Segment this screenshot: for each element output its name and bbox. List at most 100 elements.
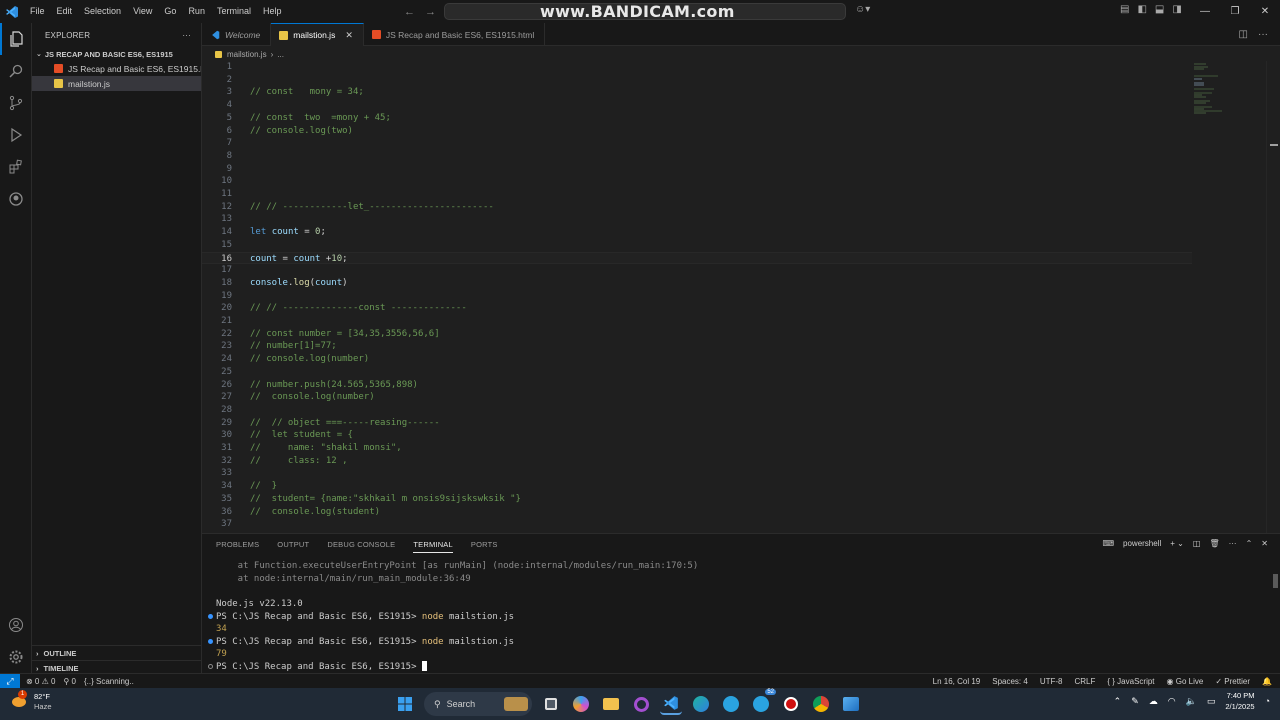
menu-terminal[interactable]: Terminal [211, 0, 257, 23]
workspace-folder[interactable]: ⌄ JS RECAP AND BASIC ES6, ES1915 [32, 47, 201, 61]
code-line[interactable]: 35 // student= {name:"skhkail m onsis9sij… [202, 493, 1192, 506]
windows-start-icon[interactable] [394, 693, 416, 715]
clock[interactable]: 7:40 PM 2/1/2025 [1225, 690, 1254, 712]
back-arrow-icon[interactable]: ← [404, 6, 415, 18]
code-line[interactable]: 32 // class: 12 , [202, 455, 1192, 468]
code-line[interactable]: 15 [202, 239, 1192, 252]
more-actions-icon[interactable]: ··· [1258, 29, 1268, 40]
breadcrumb-file[interactable]: mailstion.js [227, 50, 267, 59]
toggle-secondary-sidebar-icon[interactable]: ◨ [1172, 4, 1181, 15]
code-line[interactable]: 26 // number.push(24.565,5365,898) [202, 379, 1192, 392]
encoding[interactable]: UTF-8 [1040, 677, 1063, 686]
indentation[interactable]: Spaces: 4 [992, 677, 1028, 686]
copilot-app-icon[interactable] [570, 693, 592, 715]
prettier-status[interactable]: ✓ Prettier [1215, 677, 1250, 686]
github-icon[interactable] [0, 183, 32, 215]
telegram-desktop-icon[interactable]: 52 [750, 689, 776, 715]
code-editor[interactable]: 1 2 3// const mony = 34; 4 5// const two =mo… [202, 61, 1280, 533]
account-icon[interactable] [0, 609, 32, 641]
code-line[interactable]: 27 // console.log(number) [202, 391, 1192, 404]
outline-section[interactable]: › OUTLINE [32, 645, 202, 660]
code-line[interactable]: 4 [202, 99, 1192, 112]
end-of-line[interactable]: CRLF [1075, 677, 1096, 686]
language-mode[interactable]: { } JavaScript [1107, 677, 1154, 686]
code-line[interactable]: 17 [202, 264, 1192, 277]
tab-ports[interactable]: PORTS [471, 540, 498, 553]
file-item-html[interactable]: JS Recap and Basic ES6, ES1915.h... [32, 61, 201, 76]
run-debug-icon[interactable] [0, 119, 32, 151]
forward-arrow-icon[interactable]: → [425, 6, 436, 18]
code-line[interactable]: 16 count = count +10; [202, 251, 1192, 265]
remote-icon[interactable]: ⤢ [0, 673, 20, 689]
code-line[interactable]: 10 [202, 175, 1192, 188]
search-icon[interactable] [0, 55, 32, 87]
weather-widget[interactable]: 1 82°F Haze [10, 690, 52, 712]
task-view-icon[interactable] [540, 693, 562, 715]
notifications-bell-icon[interactable]: 🔔 [1262, 677, 1272, 686]
file-item-js[interactable]: mailstion.js [32, 76, 201, 91]
code-line[interactable]: 12 // // ------------let_----------------… [202, 201, 1192, 214]
copilot-icon[interactable]: ☺▾ [855, 4, 870, 15]
code-line[interactable]: 28 [202, 404, 1192, 417]
code-line[interactable]: 29 // // object ===-----reasing------ [202, 417, 1192, 430]
menu-view[interactable]: View [127, 0, 158, 23]
code-line[interactable]: 1 [202, 61, 1192, 74]
code-line[interactable]: 33 [202, 467, 1192, 480]
edge-browser-icon[interactable] [690, 693, 712, 715]
pen-icon[interactable]: ✎ [1131, 696, 1139, 707]
tab-welcome[interactable]: Welcome [202, 23, 272, 46]
extensions-icon[interactable] [0, 151, 32, 183]
tab-debug-console[interactable]: DEBUG CONSOLE [327, 540, 395, 553]
code-line[interactable]: 19 [202, 290, 1192, 303]
menu-go[interactable]: Go [158, 0, 182, 23]
cloud-sync-icon[interactable]: ☁ [1149, 696, 1158, 707]
code-line[interactable]: 20 // // --------------const ------------… [202, 302, 1192, 315]
close-icon[interactable]: ✕ [1250, 0, 1280, 23]
split-terminal-icon[interactable]: ◫ [1193, 539, 1201, 548]
tab-html-file[interactable]: JS Recap and Basic ES6, ES1915.html [364, 23, 546, 46]
photos-app-icon[interactable] [840, 693, 862, 715]
source-control-icon[interactable] [0, 87, 32, 119]
menu-help[interactable]: Help [257, 0, 288, 23]
editor-scrollbar[interactable] [1266, 61, 1280, 533]
menu-edit[interactable]: Edit [51, 0, 79, 23]
terminal-scrollbar[interactable] [1273, 574, 1278, 588]
code-line[interactable]: 3 // const mony = 34; [202, 86, 1192, 99]
battery-icon[interactable]: ▭ [1207, 696, 1216, 707]
go-live-button[interactable]: ◉ Go Live [1167, 677, 1204, 686]
restore-icon[interactable]: ❐ [1220, 0, 1250, 23]
tab-mailstion-js[interactable]: mailstion.js ✕ [271, 23, 364, 46]
code-line[interactable]: 22 // const number = [34,35,3556,56,6] [202, 328, 1192, 341]
breadcrumb-more[interactable]: ... [277, 50, 284, 59]
volume-icon[interactable]: 🔈 [1186, 696, 1197, 707]
tab-terminal[interactable]: TERMINAL [413, 540, 453, 553]
code-line[interactable]: 13 [202, 213, 1192, 226]
cursor-position[interactable]: Ln 16, Col 19 [933, 677, 981, 686]
code-line[interactable]: 2 [202, 74, 1192, 87]
close-tab-icon[interactable]: ✕ [345, 30, 353, 41]
code-line[interactable]: 18 console.log(count) [202, 277, 1192, 290]
code-line[interactable]: 21 [202, 315, 1192, 328]
code-line[interactable]: 37 [202, 518, 1192, 531]
code-line[interactable]: 31 // name: "shakil monsi", [202, 442, 1192, 455]
code-line[interactable]: 25 [202, 366, 1192, 379]
minimize-icon[interactable]: — [1190, 0, 1220, 23]
code-line[interactable]: 11 [202, 188, 1192, 201]
menu-selection[interactable]: Selection [78, 0, 127, 23]
more-actions-icon[interactable]: ··· [1229, 539, 1237, 548]
code-line[interactable]: 14 let count = 0; [202, 226, 1192, 239]
bandicam-icon[interactable] [780, 693, 802, 715]
code-line[interactable]: 30 // let student = { [202, 429, 1192, 442]
toggle-sidebar-icon[interactable]: ◧ [1137, 4, 1146, 15]
code-line[interactable]: 34 // } [202, 480, 1192, 493]
tab-output[interactable]: OUTPUT [277, 540, 309, 553]
telegram-icon[interactable] [720, 693, 742, 715]
show-hidden-icons-chevron-icon[interactable]: ⌃ [1114, 696, 1122, 707]
taskbar-search[interactable]: ⚲ Search [424, 692, 532, 716]
tor-browser-icon[interactable] [630, 693, 652, 715]
code-line[interactable]: 24 // console.log(number) [202, 353, 1192, 366]
shell-name[interactable]: powershell [1123, 539, 1161, 548]
code-line[interactable]: 8 [202, 150, 1192, 163]
code-line[interactable]: 9 [202, 163, 1192, 176]
kill-terminal-icon[interactable]: 🗑 [1209, 539, 1219, 548]
